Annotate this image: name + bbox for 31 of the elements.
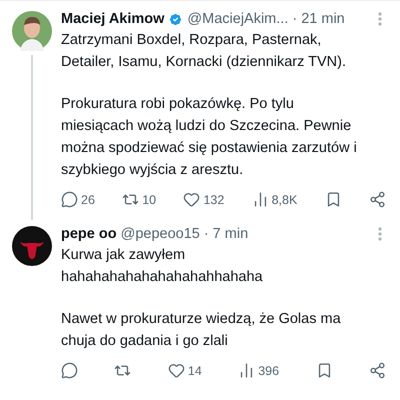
author-handle[interactable]: @MaciejAkim... <box>187 11 288 27</box>
heart-icon <box>168 362 185 379</box>
share-button[interactable] <box>368 362 386 379</box>
like-button[interactable]: 14 <box>168 362 202 379</box>
reply-button[interactable] <box>61 362 78 379</box>
repost-button[interactable]: 10 <box>122 191 156 208</box>
separator: · <box>204 226 209 242</box>
avatar[interactable] <box>12 11 52 51</box>
more-icon <box>378 12 382 26</box>
share-button[interactable] <box>368 191 386 208</box>
speech-bubble-icon <box>61 362 78 379</box>
speech-bubble-icon <box>61 191 78 208</box>
post-text: Nawet w prokuraturze wiedzą, że Golas ma chuja do gadania i go zlali <box>61 310 342 351</box>
author-name[interactable]: pepe oo <box>61 226 117 242</box>
author-handle[interactable]: @pepeoo15 <box>120 226 200 242</box>
post-text: Prokuratura robi pokazówkę. Po tylu miesiącach wożą ludzi do Szczecina. Pewnie można spodziewać się postawienia zarzutów i szybkiego wyjścia z aresztu. <box>61 95 358 180</box>
separator: · <box>292 11 298 27</box>
share-icon <box>368 362 386 379</box>
post-time[interactable]: 21 min <box>301 11 345 27</box>
post-text: Zatrzymani Boxdel, Rozpara, Pasternak, Detailer, Isamu, Kornacki (dziennikarz TVN). <box>61 31 348 72</box>
heart-icon <box>183 191 200 208</box>
post-time[interactable]: 7 min <box>212 226 248 242</box>
views-button[interactable]: 8,8K <box>252 191 298 208</box>
share-icon <box>368 191 386 208</box>
avatar[interactable] <box>12 226 52 266</box>
post-text: Kurwa jak zawyłem hahahahahahahahahahhahaha <box>61 246 264 287</box>
views-button[interactable]: 396 <box>238 362 280 379</box>
reply-button[interactable]: 26 <box>61 191 95 208</box>
like-button[interactable]: 132 <box>183 191 224 208</box>
author-name[interactable]: Maciej Akimow <box>61 11 164 27</box>
more-icon <box>378 227 382 241</box>
